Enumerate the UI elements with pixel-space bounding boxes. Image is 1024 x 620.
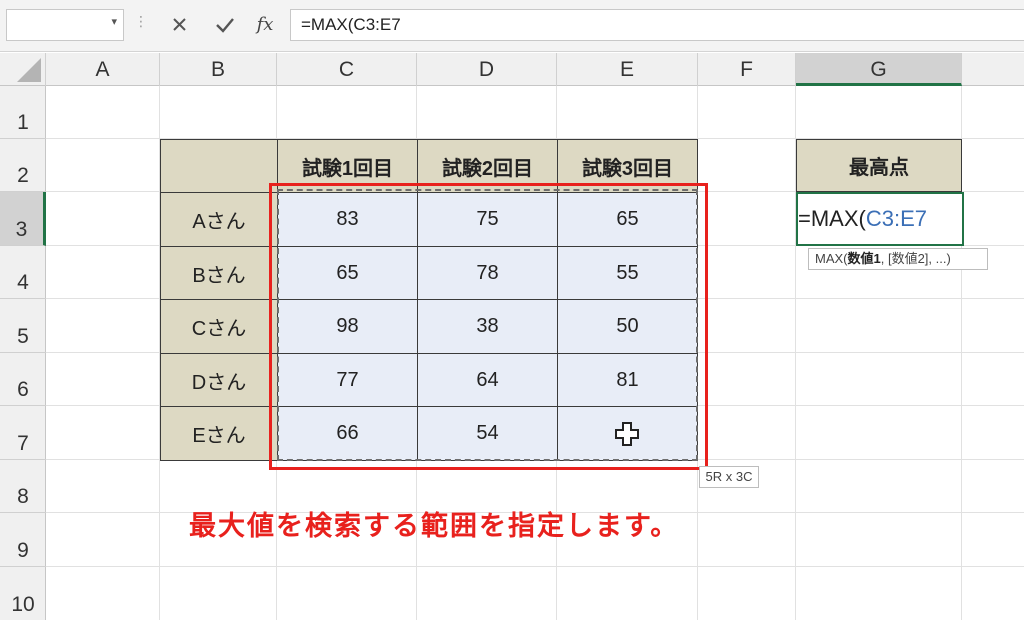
cell-c7[interactable]: 66 [277,406,418,461]
formula-input[interactable]: =MAX(C3:E7 [290,9,1024,41]
cell-c5[interactable]: 98 [277,299,418,354]
cell-b5[interactable]: Cさん [160,299,278,354]
select-all-button[interactable] [0,53,46,86]
cell-b2[interactable] [160,139,278,193]
chevron-down-icon[interactable]: ▾ [111,15,117,28]
row-headers: 1 2 3 4 5 6 7 8 9 10 [0,86,46,620]
select-all-icon [17,58,41,82]
formula-bar: ▾ ⋮ fx =MAX(C3:E7 [0,0,1024,52]
function-argument-tooltip[interactable]: MAX(数値1, [数値2], ...) [808,248,988,270]
tooltip-rest: , [数値2], ...) [880,251,951,266]
cell-e5[interactable]: 50 [557,299,698,354]
selection-size-tooltip: 5R x 3C [699,466,759,488]
cell-d7[interactable]: 54 [417,406,558,461]
column-header-b[interactable]: B [160,53,277,86]
column-header-g[interactable]: G [796,53,962,86]
gridline [46,566,1024,567]
column-header-c[interactable]: C [277,53,417,86]
column-header-d[interactable]: D [417,53,557,86]
annotation-text: 最大値を検索する範囲を指定します。 [189,511,680,542]
enter-icon[interactable] [205,8,245,42]
column-header-a[interactable]: A [46,53,160,86]
row-header-6[interactable]: 6 [0,353,46,406]
row-header-2[interactable]: 2 [0,139,46,192]
editing-formula-range: C3:E7 [865,206,928,231]
row-header-10[interactable]: 10 [0,567,46,620]
row-header-9[interactable]: 9 [0,513,46,567]
row-header-3[interactable]: 3 [0,192,46,246]
cell-e6[interactable]: 81 [557,353,698,407]
cell-c3[interactable]: 83 [277,192,418,247]
cell-c6[interactable]: 77 [277,353,418,407]
tooltip-arg1: 数値1 [847,251,881,266]
cell-d6[interactable]: 64 [417,353,558,407]
cell-e4[interactable]: 55 [557,246,698,300]
cell-d2[interactable]: 試験2回目 [417,139,558,193]
formula-bar-grip-icon: ⋮ [134,14,148,30]
column-header-h[interactable]: H [962,53,1024,86]
insert-function-icon[interactable]: fx [250,10,280,40]
cell-g3-editor[interactable]: =MAX(C3:E7 [796,192,964,246]
tooltip-function: MAX( [815,251,848,266]
cell-b4[interactable]: Bさん [160,246,278,300]
editing-formula-prefix: =MAX( [798,206,866,231]
cell-d3[interactable]: 75 [417,192,558,247]
cell-select-cursor-icon [614,421,640,447]
row-header-5[interactable]: 5 [0,299,46,353]
cell-c4[interactable]: 65 [277,246,418,300]
cell-d4[interactable]: 78 [417,246,558,300]
column-header-f[interactable]: F [698,53,796,86]
name-box[interactable]: ▾ [6,9,124,41]
cell-b6[interactable]: Dさん [160,353,278,407]
cell-b7[interactable]: Eさん [160,406,278,461]
row-header-7[interactable]: 7 [0,406,46,460]
column-headers: A B C D E F G H [0,53,1024,86]
cell-e2[interactable]: 試験3回目 [557,139,698,193]
row-header-8[interactable]: 8 [0,460,46,513]
cell-e3[interactable]: 65 [557,192,698,247]
cell-b3[interactable]: Aさん [160,192,278,247]
row-header-1[interactable]: 1 [0,86,46,139]
cell-c2[interactable]: 試験1回目 [277,139,418,193]
cell-d5[interactable]: 38 [417,299,558,354]
cancel-icon[interactable] [160,8,200,42]
row-header-4[interactable]: 4 [0,246,46,299]
column-header-e[interactable]: E [557,53,698,86]
cell-g2[interactable]: 最高点 [796,139,962,192]
